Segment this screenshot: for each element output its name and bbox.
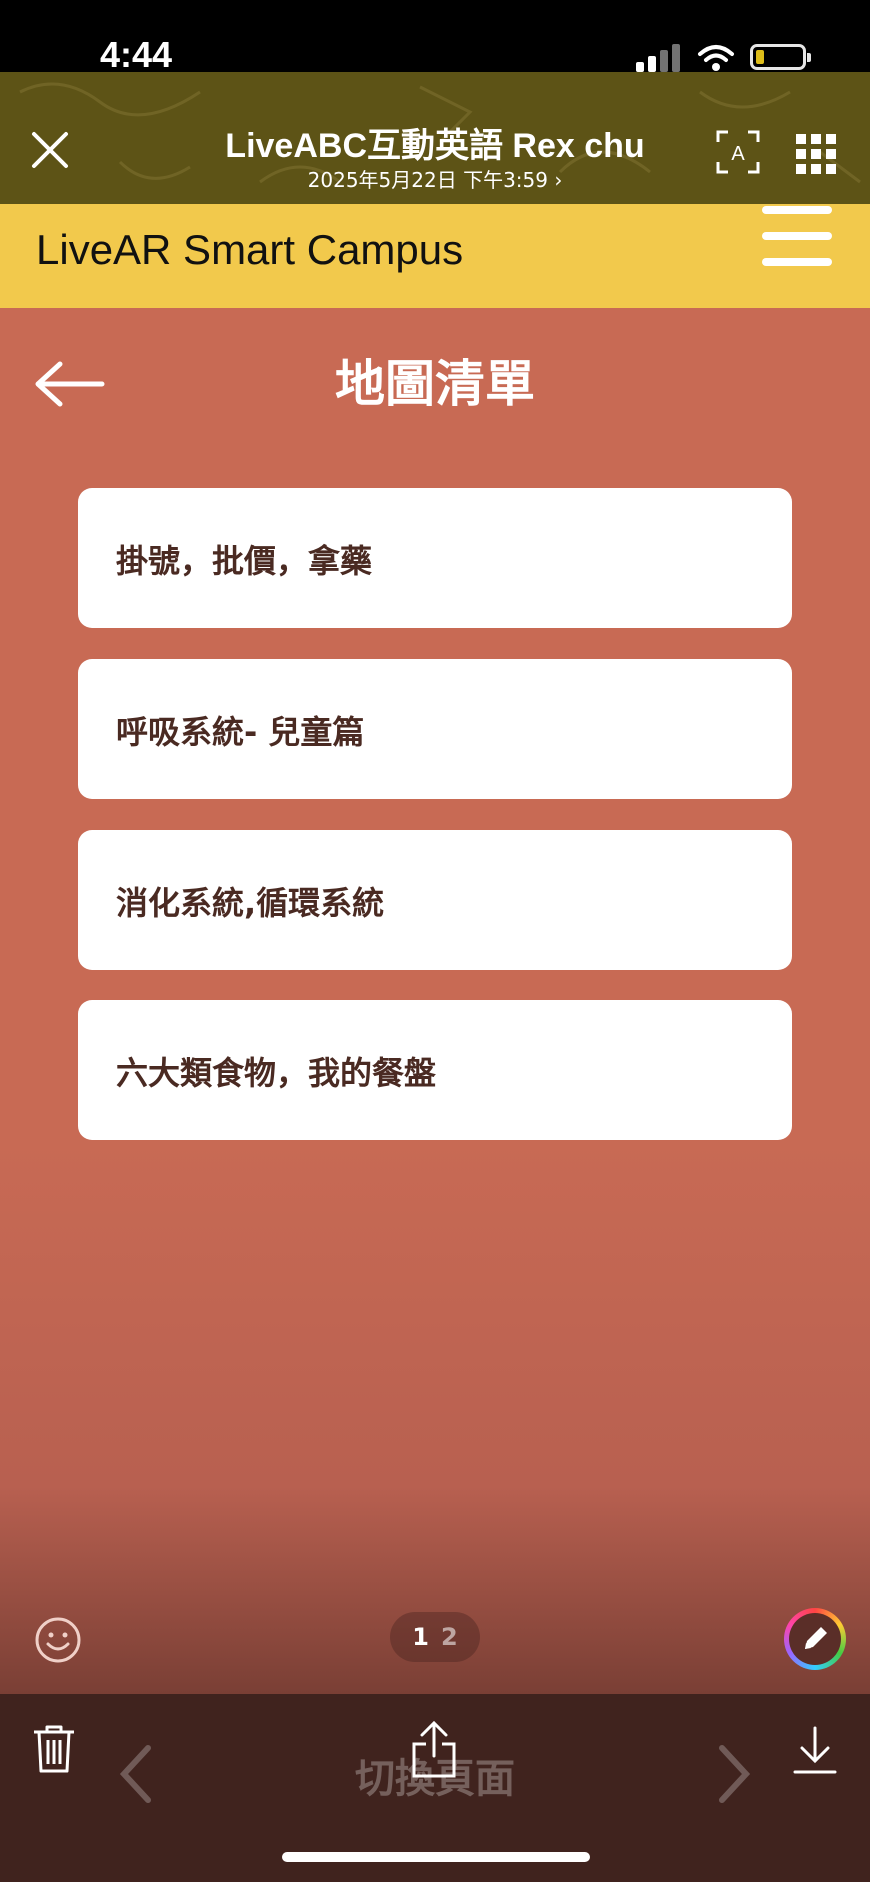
status-bar: 4:44 (0, 0, 870, 75)
map-list-item-label: 六大類食物，我的餐盤 (116, 1054, 437, 1092)
trash-icon[interactable] (32, 1724, 76, 1774)
hamburger-menu-icon[interactable] (762, 202, 836, 268)
battery-icon (750, 44, 811, 70)
map-list-item[interactable]: 呼吸系統- 兒童篇 (78, 659, 792, 799)
map-list-item[interactable]: 六大類食物，我的餐盤 (78, 1000, 792, 1140)
markup-button[interactable] (784, 1608, 846, 1670)
viewer-header: LiveABC互動英語 Rex chu 2025年5月22日 下午3:59 › … (0, 72, 870, 204)
page-title: 地圖清單 (335, 355, 535, 413)
main-content: 地圖清單 掛號，批價，拿藥 呼吸系統- 兒童篇 消化系統,循環系統 六大類食物，… (0, 308, 870, 1694)
map-list-item-label: 消化系統,循環系統 (116, 884, 385, 922)
page-indicator[interactable]: 12 (390, 1612, 480, 1662)
status-time: 4:44 (100, 34, 173, 75)
cellular-signal-icon (636, 44, 682, 72)
app-banner: LiveAR Smart Campus (0, 204, 870, 308)
grid-menu-icon[interactable] (796, 134, 836, 174)
wifi-icon (698, 45, 734, 71)
download-icon[interactable] (792, 1726, 838, 1776)
emoji-icon[interactable] (34, 1616, 82, 1664)
map-list-item[interactable]: 消化系統,循環系統 (78, 830, 792, 970)
share-icon[interactable] (410, 1720, 458, 1778)
chevron-right-icon (719, 1745, 751, 1803)
map-list-item-label: 呼吸系統- 兒童篇 (116, 713, 365, 751)
bottom-toolbar: 切換頁面 (0, 1694, 870, 1882)
map-list-item-label: 掛號，批價，拿藥 (116, 542, 373, 580)
page-indicator-other: 2 (441, 1623, 458, 1651)
page-indicator-current: 1 (412, 1623, 429, 1651)
live-text-icon[interactable]: A (716, 130, 760, 174)
pencil-icon (805, 1627, 827, 1649)
map-list-item[interactable]: 掛號，批價，拿藥 (78, 488, 792, 628)
svg-text:A: A (731, 143, 745, 165)
home-indicator[interactable] (282, 1852, 590, 1862)
app-name: LiveAR Smart Campus (36, 226, 464, 273)
